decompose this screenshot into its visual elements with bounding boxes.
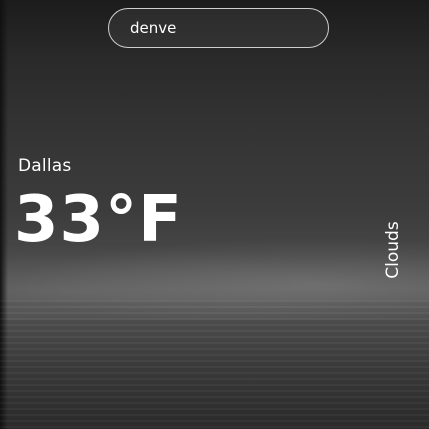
- weather-app: Dallas 33°F Clouds: [0, 0, 429, 429]
- city-name: Dallas: [18, 156, 72, 176]
- weather-condition: Clouds: [383, 221, 403, 279]
- window-edge: [0, 0, 8, 429]
- search-input[interactable]: [130, 19, 300, 37]
- search-box[interactable]: [108, 8, 329, 48]
- temperature: 33°F: [14, 183, 183, 257]
